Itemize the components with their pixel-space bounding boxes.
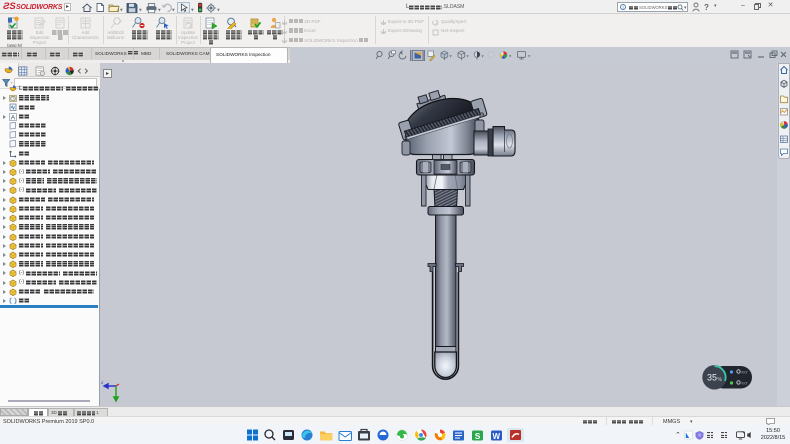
svg-text:▾: ▾ bbox=[509, 54, 512, 59]
svg-text:35: 35 bbox=[707, 373, 717, 383]
svg-text:▾: ▾ bbox=[191, 7, 194, 13]
svg-text:▾: ▾ bbox=[158, 7, 161, 13]
svg-text:▾: ▾ bbox=[450, 54, 453, 59]
svg-text:▾: ▾ bbox=[120, 7, 123, 13]
svg-text:S: S bbox=[475, 431, 481, 441]
svg-text:?: ? bbox=[704, 3, 709, 12]
svg-text:▾: ▾ bbox=[528, 54, 531, 59]
svg-text:▾: ▾ bbox=[482, 54, 485, 59]
svg-text:Z: Z bbox=[101, 380, 104, 385]
svg-text:▾: ▾ bbox=[217, 7, 220, 13]
svg-text:A: A bbox=[11, 114, 16, 121]
svg-text:%: % bbox=[718, 377, 723, 383]
svg-text:▾: ▾ bbox=[172, 7, 175, 13]
svg-text:▾: ▾ bbox=[139, 7, 142, 13]
svg-text:KO’: KO’ bbox=[742, 381, 749, 386]
svg-text:KO’: KO’ bbox=[742, 370, 749, 375]
svg-text:W: W bbox=[493, 432, 501, 441]
svg-text:▾: ▾ bbox=[467, 54, 470, 59]
